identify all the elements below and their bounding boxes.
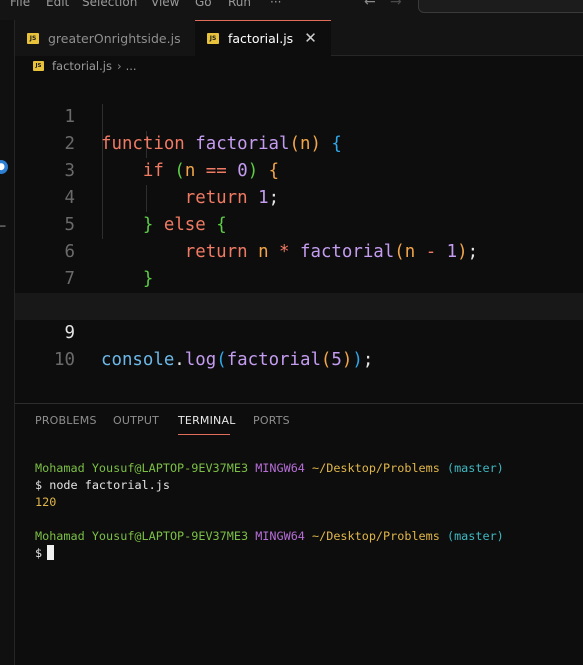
menu-file[interactable]: File [10,0,30,9]
code-line-8[interactable]: 8 [15,266,583,316]
active-tab-indicator [178,434,230,435]
menu-more[interactable]: ··· [270,0,281,9]
chevron-right-icon: › [116,59,122,73]
breadcrumb-symbol[interactable]: ... [126,59,137,73]
menu-view[interactable]: View [151,0,179,9]
forward-arrow-icon[interactable]: → [390,0,402,10]
close-icon[interactable]: ✕ [304,31,317,46]
terminal-output-line: 120 [35,495,57,509]
code-editor[interactable]: 1 function factorial(n) { 2 if (n == 0) … [15,77,583,403]
notification-badge-icon[interactable]: ● [0,160,8,174]
accounts-icon[interactable]: ⟩ [0,618,1,633]
tab-factorial[interactable]: JS factorial.js ✕ [195,20,331,56]
code-line-3[interactable]: 3 return 1; [15,131,583,208]
extensions-icon[interactable]: ⟩ [0,272,1,287]
tab-output[interactable]: OUTPUT [113,414,159,427]
breadcrumb-file[interactable]: factorial.js [52,59,112,73]
tab-greater-on-right-side[interactable]: JS greaterOnrightside.js [15,20,195,56]
terminal-command-line: $ node factorial.js [35,478,170,492]
menu-edit[interactable]: Edit [46,0,69,9]
tab-terminal[interactable]: TERMINAL [178,414,236,427]
breadcrumb: JS factorial.js › ... [33,57,137,75]
javascript-file-icon: JS [27,32,39,44]
menu-bar: File Edit Selection View Go Run ··· ← → [0,0,583,20]
tab-problems[interactable]: PROBLEMS [35,414,97,427]
javascript-file-icon: JS [33,61,44,71]
terminal-cursor [47,545,55,560]
activity-bar: ⟩ ● › ⌐ ⟩ ⟩ [0,20,15,665]
menu-selection[interactable]: Selection [82,0,137,9]
editor-tab-bar: JS greaterOnrightside.js JS factorial.js… [15,20,583,56]
code-line-10[interactable]: 10 [15,320,583,370]
terminal-input-line[interactable]: $ [35,545,55,562]
code-line-2[interactable]: 2 if (n == 0) { [15,104,583,181]
back-arrow-icon[interactable]: ← [364,0,376,10]
terminal-prompt-line: Mohamad Yousuf@LAPTOP-9EV37ME3 MINGW64 ~… [35,461,504,475]
terminal-prompt-line: Mohamad Yousuf@LAPTOP-9EV37ME3 MINGW64 ~… [35,529,504,543]
menu-run[interactable]: Run [228,0,251,9]
bottom-panel: PROBLEMS OUTPUT TERMINAL PORTS Mohamad Y… [15,403,583,665]
tab-ports[interactable]: PORTS [253,414,290,427]
code-line-7[interactable]: 7 } [15,239,583,316]
explorer-icon[interactable]: ⟩ [0,78,1,93]
code-line-6[interactable]: 6 } [15,212,583,289]
menu-go[interactable]: Go [195,0,212,9]
code-line-1[interactable]: 1 function factorial(n) { [15,77,583,154]
code-line-5[interactable]: 5 return n * factorial(n - 1); [15,185,583,262]
run-debug-icon[interactable]: ⌐ [0,220,7,235]
code-line-4[interactable]: 4 } else { [15,158,583,235]
code-line-9[interactable]: 9 console.log(factorial(5)); [15,293,583,370]
line-number: 10 [54,350,75,370]
command-center-search[interactable] [418,0,583,13]
tab-label: factorial.js [228,31,294,46]
tab-label: greaterOnrightside.js [48,30,181,46]
javascript-file-icon: JS [207,33,219,44]
